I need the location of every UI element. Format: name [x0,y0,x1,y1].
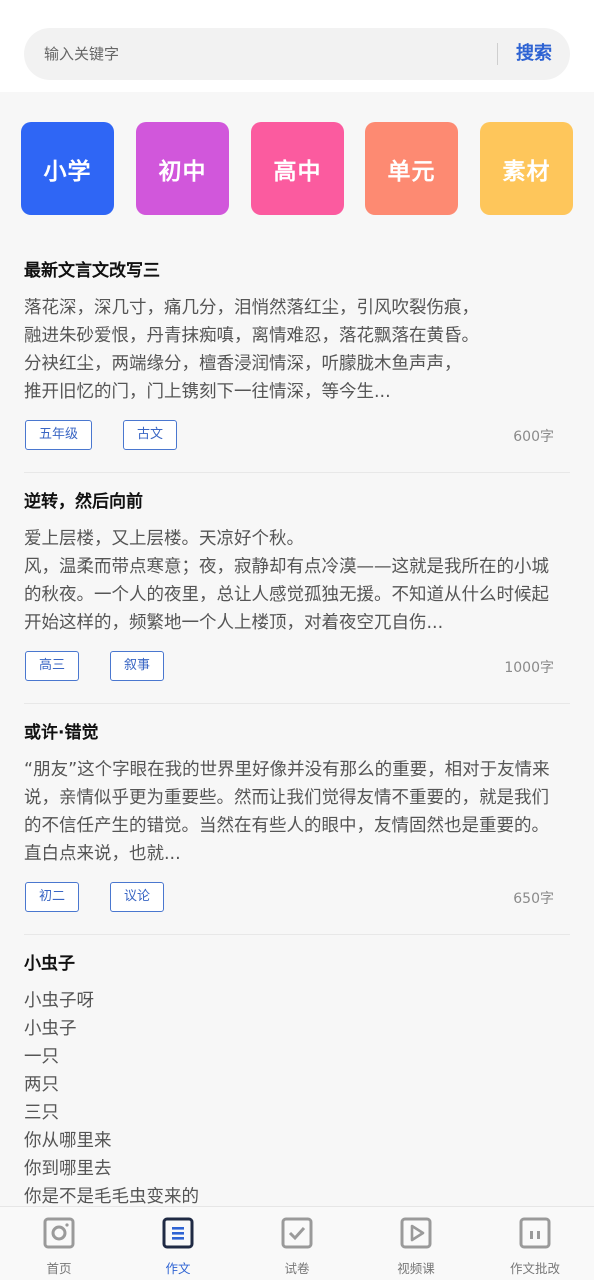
nav-item-home[interactable]: 首页 [0,1207,118,1280]
nav-item-essay[interactable]: 作文 [119,1207,237,1280]
excerpt-line: 三只 [24,1103,59,1123]
excerpt-line: “朋友”这个字眼在我的世界里好像并没有那么的重要，相对于友情来 [24,760,550,780]
top-bar: 搜索 [0,0,594,92]
category-material[interactable]: 素材 [480,122,573,215]
nav-label: 作文 [165,1261,191,1276]
genre-tag[interactable]: 议论 [110,882,165,912]
category-unit[interactable]: 单元 [365,122,458,215]
excerpt-line: 你到哪里去 [24,1159,112,1179]
play-icon [400,1217,432,1249]
nav-item-exam[interactable]: 试卷 [238,1207,356,1280]
search-divider [497,43,498,65]
article-excerpt: 小虫子呀 小虫子 一只 两只 三只 你从哪里来 你到哪里去 你是不是毛毛虫变来的 [24,987,570,1206]
nav-label: 首页 [46,1261,72,1276]
grade-tag[interactable]: 高三 [25,651,80,681]
nav-label: 试卷 [284,1261,310,1276]
article-item[interactable]: 最新文言文改写三 落花深，深几寸，痛几分，泪悄然落红尘，引风吹裂伤痕， 融进朱砂… [24,242,570,473]
essay-icon [162,1217,194,1249]
word-count: 650字 [513,891,554,907]
excerpt-line: 爱上层楼，又上层楼。天凉好个秋。 [24,529,304,549]
excerpt-line: 你从哪里来 [24,1131,112,1151]
search-bar: 搜索 [24,28,570,80]
word-count: 1000字 [504,660,554,676]
nav-label: 视频课 [397,1261,435,1276]
article-meta: 五年级 古文 600字 [24,406,570,472]
category-junior-high[interactable]: 初中 [136,122,229,215]
excerpt-line: 推开旧忆的门，门上镌刻下一往情深，等今生... [24,382,391,402]
article-item[interactable]: 小虫子 小虫子呀 小虫子 一只 两只 三只 你从哪里来 你到哪里去 你是不是毛毛… [24,935,570,1206]
article-excerpt: 落花深，深几寸，痛几分，泪悄然落红尘，引风吹裂伤痕， 融进朱砂爱恨，丹青抹痴嗔，… [24,294,570,406]
nav-item-video[interactable]: 视频课 [357,1207,475,1280]
excerpt-line: 开始这样的，频繁地一个人上楼顶，对着夜空兀自伤... [24,613,444,633]
search-button[interactable]: 搜索 [516,28,552,80]
camera-icon [43,1217,75,1249]
excerpt-line: 的秋夜。一个人的夜里，总让人感觉孤独无援。不知道从什么时候起 [24,585,549,605]
article-excerpt: 爱上层楼，又上层楼。天凉好个秋。 风，温柔而带点寒意；夜，寂静却有点冷漠——这就… [24,525,570,637]
excerpt-line: 风，温柔而带点寒意；夜，寂静却有点冷漠——这就是我所在的小城 [24,557,549,577]
article-title: 或许·错觉 [24,723,99,743]
excerpt-line: 小虫子 [24,1019,77,1039]
article-title: 逆转，然后向前 [24,492,143,512]
article-item[interactable]: 或许·错觉 “朋友”这个字眼在我的世界里好像并没有那么的重要，相对于友情来 说，… [24,704,570,935]
genre-tag[interactable]: 叙事 [110,651,165,681]
excerpt-line: 融进朱砂爱恨，丹青抹痴嗔，离情难忍，落花飘落在黄昏。 [24,326,479,346]
excerpt-line: 落花深，深几寸，痛几分，泪悄然落红尘，引风吹裂伤痕， [24,298,479,318]
article-title: 最新文言文改写三 [24,261,160,281]
excerpt-line: 小虫子呀 [24,991,94,1011]
excerpt-line: 分袂红尘，两端缘分，檀香浸润情深，听朦胧木鱼声声， [24,354,462,374]
excerpt-line: 直白点来说，也就... [24,844,181,864]
article-item[interactable]: 逆转，然后向前 爱上层楼，又上层楼。天凉好个秋。 风，温柔而带点寒意；夜，寂静却… [24,473,570,704]
main-content: 小学 初中 高中 单元 素材 最新文言文改写三 落花深，深几寸，痛几分，泪悄然落… [0,92,594,1206]
excerpt-line: 你是不是毛毛虫变来的 [24,1187,199,1206]
word-count: 600字 [513,429,554,445]
excerpt-line: 的不信任产生的错觉。当然在有些人的眼中，友情固然也是重要的。 [24,816,549,836]
genre-tag[interactable]: 古文 [123,420,178,450]
article-meta: 初二 议论 650字 [24,868,570,934]
excerpt-line: 一只 [24,1047,59,1067]
nav-label: 作文批改 [509,1261,560,1276]
article-title: 小虫子 [24,954,75,974]
category-senior-high[interactable]: 高中 [251,122,344,215]
check-icon [281,1217,313,1249]
category-primary-school[interactable]: 小学 [21,122,114,215]
nav-item-correction[interactable]: 作文批改 [476,1207,594,1280]
excerpt-line: 两只 [24,1075,59,1095]
article-meta: 高三 叙事 1000字 [24,637,570,703]
grade-tag[interactable]: 初二 [25,882,80,912]
correction-icon [519,1217,551,1249]
category-grid: 小学 初中 高中 单元 素材 [21,122,573,216]
bottom-nav: 首页 作文 试卷 视频课 作文批改 [0,1206,594,1280]
article-list: 最新文言文改写三 落花深，深几寸，痛几分，泪悄然落红尘，引风吹裂伤痕， 融进朱砂… [0,242,594,1206]
search-input[interactable] [44,28,484,80]
grade-tag[interactable]: 五年级 [25,420,93,450]
article-excerpt: “朋友”这个字眼在我的世界里好像并没有那么的重要，相对于友情来 说，亲情似乎更为… [24,756,570,868]
excerpt-line: 说，亲情似乎更为重要些。然而让我们觉得友情不重要的，就是我们 [24,788,549,808]
